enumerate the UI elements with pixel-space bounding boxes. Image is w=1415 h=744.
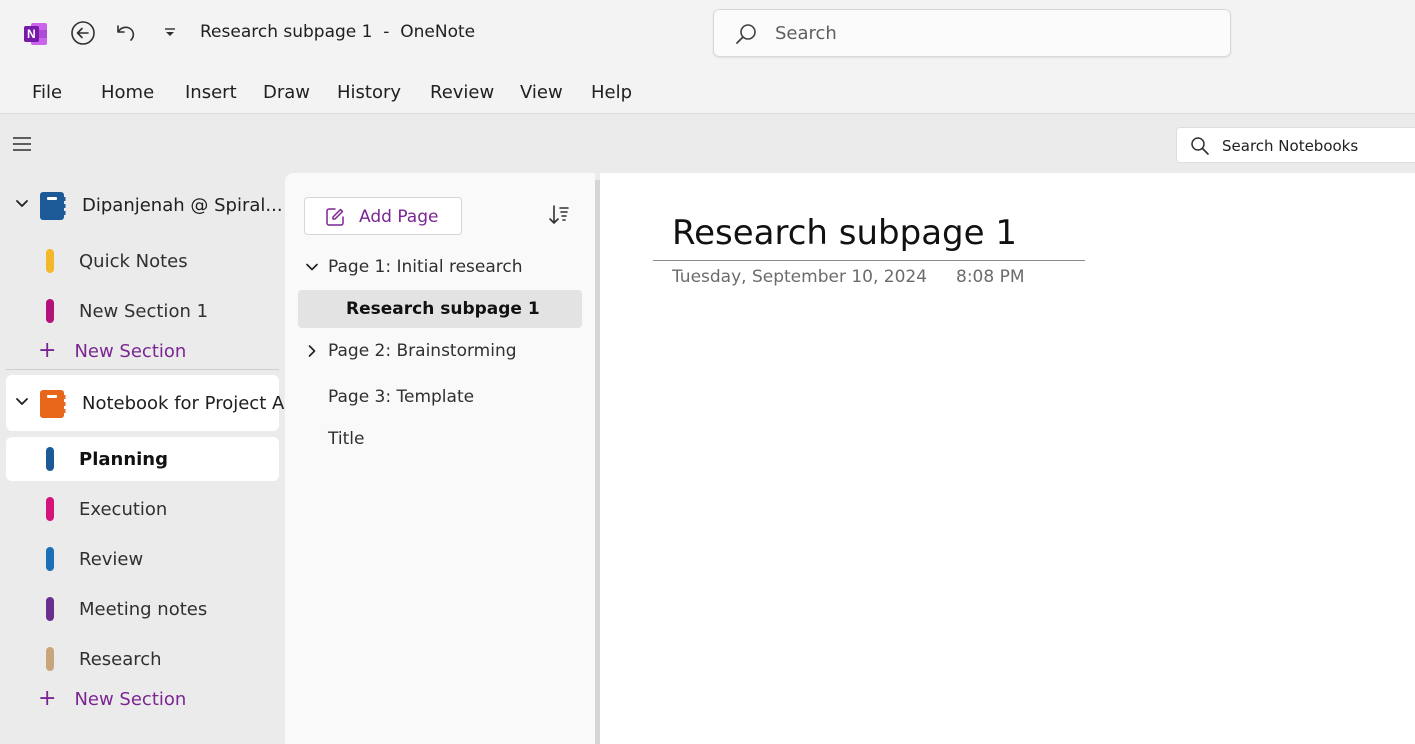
section-item-quick-notes[interactable]: Quick Notes [6,239,279,283]
new-page-icon [326,208,344,226]
page-list: Add Page Page 1: Initial research Resear… [285,173,595,744]
menu-insert[interactable]: Insert [185,82,237,103]
menu-view[interactable]: View [520,82,563,103]
undo-icon [117,25,135,41]
notebook-name: Dipanjenah @ Spiral... [82,195,283,216]
hamburger-menu-icon[interactable] [12,136,32,152]
plus-icon: + [38,338,57,363]
notebook-navigation: Dipanjenah @ Spiral... Quick Notes New S… [0,173,285,744]
search-notebooks-input[interactable]: Search Notebooks [1176,127,1415,163]
section-item-research[interactable]: Research [6,637,279,681]
page-title: Page 2: Brainstorming [328,341,517,361]
add-page-button[interactable]: Add Page [304,197,462,235]
search-placeholder: Search [775,23,837,44]
menu-help[interactable]: Help [591,82,632,103]
page-title: Title [328,429,365,449]
caret-down-icon [165,28,175,36]
page-item[interactable]: Page 1: Initial research [298,248,582,286]
page-heading[interactable]: Research subpage 1 [672,213,1017,253]
window-title: Research subpage 1 - OneNote [200,22,476,42]
menu-history[interactable]: History [337,82,401,103]
section-label: Research [79,649,162,670]
section-label: Execution [79,499,168,520]
page-item[interactable]: Title [298,420,582,458]
svg-text:N: N [27,27,36,41]
page-date: Tuesday, September 10, 2024 [672,267,928,287]
search-icon [736,24,756,44]
divider [6,369,279,370]
onenote-app-icon: N [24,23,47,45]
page-title: Page 3: Template [328,387,475,407]
menu-bar: File Home Insert Draw History Review Vie… [0,66,1415,114]
page-item[interactable]: Page 2: Brainstorming [298,332,582,370]
page-time: 8:08 PM [956,267,1025,287]
page-canvas[interactable]: Research subpage 1 Tuesday, September 10… [600,173,1415,744]
title-bar: N Research subpage 1 - OneNote Search [0,0,1415,66]
new-section-label: New Section [74,688,187,710]
add-page-label: Add Page [359,207,439,227]
search-box[interactable]: Search [713,9,1231,57]
back-button[interactable] [69,19,97,47]
page-title: Research subpage 1 [346,299,540,319]
new-section-button[interactable]: + New Section [38,340,186,362]
page-title: Page 1: Initial research [328,257,523,277]
undo-button[interactable] [112,19,140,47]
notebook-icon [40,390,66,418]
notebook-item[interactable]: Notebook for Project A [6,375,284,431]
plus-icon: + [38,686,57,711]
menu-home[interactable]: Home [101,82,154,103]
section-item-meeting-notes[interactable]: Meeting notes [6,587,279,631]
section-color-tab [46,249,54,273]
chevron-down-icon [16,398,28,405]
section-label: Review [79,549,144,570]
new-section-button[interactable]: + New Section [38,688,186,710]
new-section-label: New Section [74,340,187,362]
section-item-new-section-1[interactable]: New Section 1 [6,289,279,333]
back-arrow-icon [71,21,95,45]
section-color-tab [46,597,54,621]
notebook-name: Notebook for Project A [82,393,285,414]
section-color-tab [46,299,54,323]
section-item-review[interactable]: Review [6,537,279,581]
section-label: Meeting notes [79,599,208,620]
menu-draw[interactable]: Draw [263,82,310,103]
sort-icon[interactable] [547,203,571,227]
menu-review[interactable]: Review [430,82,494,103]
chevron-down-icon[interactable] [306,261,318,273]
chevron-right-icon[interactable] [306,345,318,357]
section-label: New Section 1 [79,301,209,322]
title-underline [653,260,1085,261]
section-color-tab [46,447,54,471]
section-label: Quick Notes [79,251,188,272]
page-item[interactable]: Page 3: Template [298,378,582,416]
section-label: Planning [79,449,169,470]
subpage-item[interactable]: Research subpage 1 [298,290,582,328]
search-notebooks-label: Search Notebooks [1222,137,1359,155]
menu-file[interactable]: File [32,82,62,103]
chevron-down-icon [16,200,28,207]
search-icon [1191,137,1209,155]
section-item-execution[interactable]: Execution [6,487,279,531]
notebook-icon [40,192,66,220]
navigation-toolbar: Search Notebooks [0,115,1415,173]
section-color-tab [46,547,54,571]
section-color-tab [46,497,54,521]
notebook-item[interactable]: Dipanjenah @ Spiral... [6,177,283,233]
section-color-tab [46,647,54,671]
quick-access-dropdown[interactable] [156,19,184,47]
section-item-planning[interactable]: Planning [6,437,279,481]
